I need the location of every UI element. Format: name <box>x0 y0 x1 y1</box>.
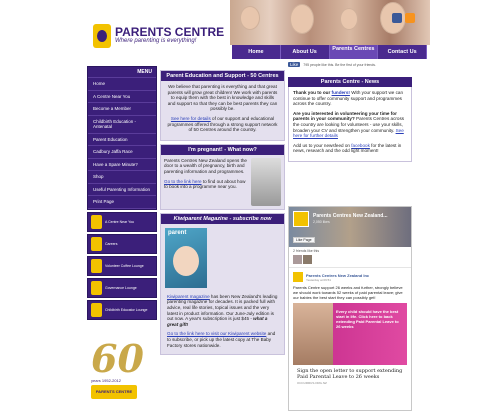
main-content: Parent Education and Support - 50 Centre… <box>160 70 285 358</box>
logo-title: PARENTS CENTRE <box>115 25 225 39</box>
post-author[interactable]: Parents Centres New Zealand Inc <box>306 273 369 278</box>
post-time: Yesterday at 09:51 <box>306 277 331 282</box>
pregnant-text: Parents Centres New Zealand opens the do… <box>164 157 247 174</box>
friends-like-text: 2 friends like this <box>293 249 320 253</box>
magazine-website-link[interactable]: Go to the link here to visit our Kiwipar… <box>167 331 266 336</box>
facebook-page-widget: Parents Centres New Zealand... 2,050 lik… <box>288 206 412 411</box>
parent-education-link[interactable]: See here for details <box>171 116 211 121</box>
post-avatar <box>293 272 303 282</box>
sidebar-item-cadbury-jaffa-race[interactable]: Cadbury Jaffa Race <box>88 146 156 159</box>
facebook-like-row: Like 795 people like this. Be the first … <box>288 62 376 67</box>
magazine-title: Kiwiparent Magazine - subscribe now <box>161 213 284 224</box>
facebook-post: Parents Centres New Zealand Inc Yesterda… <box>289 267 411 389</box>
nav-parents-centres[interactable]: Parents Centres <box>329 45 379 59</box>
funders-link[interactable]: funders! <box>332 90 350 95</box>
sidebar-item-childbirth-education[interactable]: Childbirth Education - Antenatal <box>88 116 156 134</box>
main-nav: Home About Us Parents Centres Contact Us <box>232 45 427 59</box>
promo-centre-near-you[interactable]: A Centre Near You <box>87 212 157 232</box>
parent-education-text: We believe that parenting is everything … <box>167 84 278 112</box>
logo-tagline: Where parenting is everything! <box>115 38 197 44</box>
anniversary-logo: PARENTS CENTRE <box>91 385 137 399</box>
sponsor-logo-icon <box>91 303 102 317</box>
nav-home[interactable]: Home <box>232 45 281 59</box>
avatar[interactable] <box>293 255 302 264</box>
sidebar-item-home[interactable]: Home <box>88 78 156 91</box>
pregnant-photo <box>251 157 281 206</box>
promo-governance-lounge[interactable]: Governance Lounge <box>87 278 157 298</box>
coffee-icon <box>91 259 102 273</box>
menu-heading: MENU <box>88 67 156 78</box>
people-icon <box>91 281 102 295</box>
post-image[interactable]: Every child should have the best start i… <box>293 303 407 365</box>
facebook-like-page-button[interactable]: Like Page <box>293 237 315 243</box>
magazine-cover[interactable]: parent <box>165 227 207 288</box>
site-header: PARENTS CENTRE Where parenting is everyt… <box>0 0 500 60</box>
friend-avatars <box>289 255 411 264</box>
news-body: Thank you to our funders! With your supp… <box>288 87 412 162</box>
sidebar-item-print-page[interactable]: Print Page <box>88 196 156 209</box>
facebook-page-thumb[interactable] <box>293 211 309 227</box>
sidebar-item-useful-info[interactable]: Useful Parenting Information <box>88 184 156 196</box>
magazine-link[interactable]: Kiwiparent magazine <box>167 294 210 299</box>
anniversary-number: 60 <box>91 336 144 381</box>
post-image-text: Every child should have the best start i… <box>336 309 399 329</box>
logo-mark-icon <box>93 24 111 48</box>
child-photo <box>293 303 333 365</box>
news-column: Parents Centre - News Thank you to our f… <box>288 77 412 162</box>
promo-tiles: A Centre Near You Careers Volunteer Coff… <box>87 212 157 322</box>
facebook-icon[interactable] <box>392 13 402 23</box>
facebook-cover: Parents Centres New Zealand... 2,050 lik… <box>289 207 411 247</box>
post-link-title[interactable]: Sign the open letter to support extendin… <box>293 365 407 381</box>
briefcase-icon <box>91 237 102 251</box>
sidebar-menu: MENU Home A Centre Near You Become a Mem… <box>87 66 157 210</box>
post-text: Parents Centre support 26 weeks and furt… <box>293 285 403 300</box>
promo-childbirth-educator-lounge[interactable]: Childbirth Educator Lounge <box>87 300 157 320</box>
pregnant-title: I'm pregnant! - What now? <box>161 144 284 155</box>
parent-education-box: Parent Education and Support - 50 Centre… <box>160 70 285 141</box>
sidebar-item-centre-near-you[interactable]: A Centre Near You <box>88 91 156 103</box>
facebook-like-button[interactable]: Like <box>288 62 301 67</box>
pregnant-link[interactable]: Go to the link here <box>164 179 202 184</box>
anniversary-badge: 60 years 1952-2012 PARENTS CENTRE <box>91 340 153 410</box>
sidebar-item-shop[interactable]: Shop <box>88 171 156 184</box>
facebook-newsfeed-link[interactable]: facebook <box>351 143 370 148</box>
map-icon <box>91 215 102 229</box>
pregnant-box: I'm pregnant! - What now? Parents Centre… <box>160 143 285 210</box>
sidebar-item-spare-minute[interactable]: Have a Spare Minute? <box>88 159 156 171</box>
parent-education-title: Parent Education and Support - 50 Centre… <box>161 71 284 81</box>
site-logo[interactable]: PARENTS CENTRE Where parenting is everyt… <box>93 24 225 54</box>
sidebar-item-parent-education[interactable]: Parent Education <box>88 134 156 146</box>
rss-icon[interactable] <box>405 13 415 23</box>
social-links <box>392 13 415 23</box>
post-link-domain: OCCURRUS.ORG.NZ <box>297 381 327 385</box>
magazine-box: Kiwiparent Magazine - subscribe now pare… <box>160 212 285 356</box>
promo-careers[interactable]: Careers <box>87 234 157 254</box>
facebook-page-likes: 2,050 likes <box>313 220 330 224</box>
nav-contact-us[interactable]: Contact Us <box>378 45 427 59</box>
avatar[interactable] <box>303 255 312 264</box>
facebook-page-name[interactable]: Parents Centres New Zealand... <box>313 213 387 219</box>
like-count-text: 795 people like this. Be the first of yo… <box>303 62 377 67</box>
news-title: Parents Centre - News <box>288 77 412 87</box>
nav-about-us[interactable]: About Us <box>281 45 330 59</box>
promo-volunteer-lounge[interactable]: Volunteer Coffee Lounge <box>87 256 157 276</box>
sidebar-item-become-member[interactable]: Become a Member <box>88 103 156 116</box>
